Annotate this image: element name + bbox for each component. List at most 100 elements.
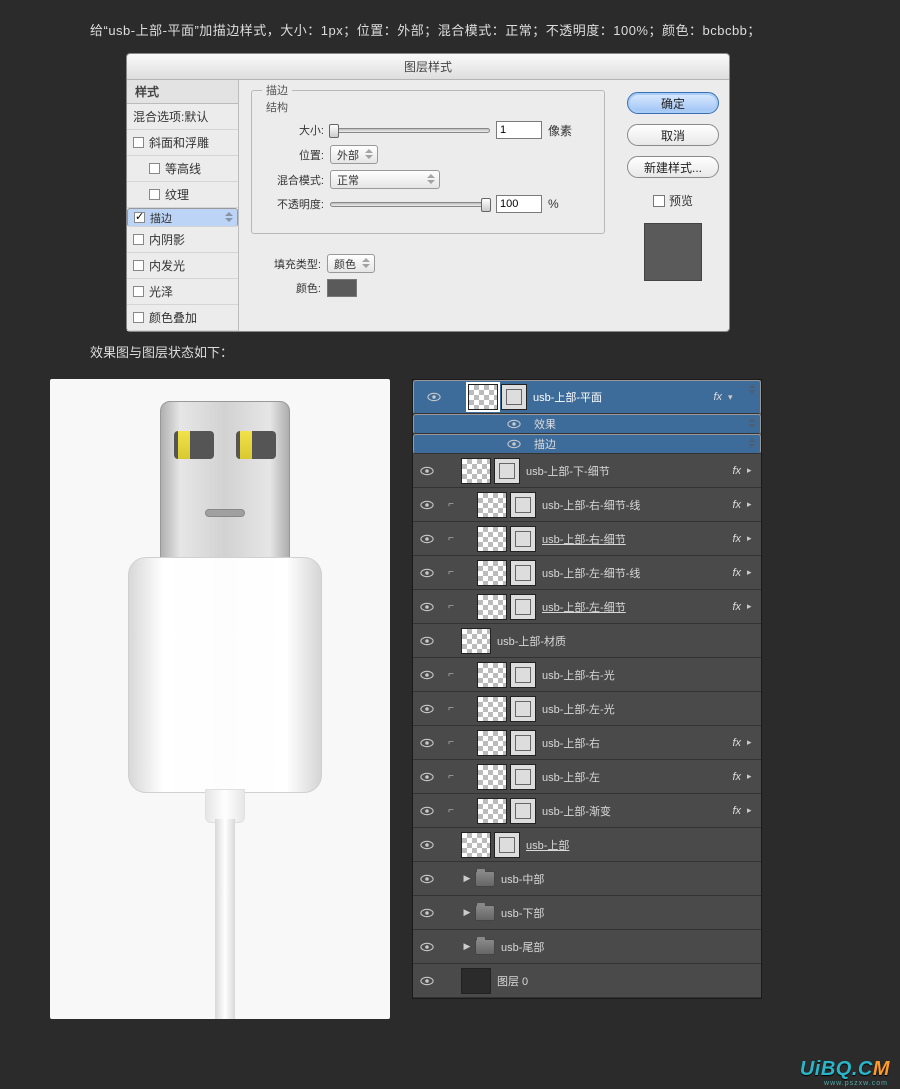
layer-row[interactable]: usb-上部-材质	[413, 624, 761, 658]
layer-thumb[interactable]	[461, 458, 491, 484]
layer-name[interactable]: usb-中部	[495, 871, 761, 887]
layer-row[interactable]: ⌐usb-上部-右fx▸	[413, 726, 761, 760]
link-icon[interactable]: ⌐	[441, 771, 461, 782]
checkbox-icon[interactable]	[133, 137, 144, 148]
size-slider[interactable]	[330, 128, 490, 133]
checkbox-icon[interactable]	[133, 260, 144, 271]
style-contour[interactable]: 等高线	[127, 156, 238, 182]
layer-thumb[interactable]	[477, 730, 507, 756]
chevron-icon[interactable]: ▸	[747, 533, 761, 544]
link-icon[interactable]: ⌐	[441, 737, 461, 748]
fx-icon[interactable]: fx	[726, 805, 747, 817]
eye-icon[interactable]	[413, 670, 441, 680]
checkbox-icon[interactable]	[149, 189, 160, 200]
layer-name[interactable]: usb-上部-左-细节-线	[536, 565, 726, 581]
layer-thumb[interactable]	[468, 384, 498, 410]
layer-thumb[interactable]	[477, 662, 507, 688]
layer-mask[interactable]	[501, 384, 527, 410]
eye-icon[interactable]	[413, 568, 441, 578]
fx-icon[interactable]: fx	[726, 771, 747, 783]
layer-thumb[interactable]	[461, 968, 491, 994]
style-color-overlay[interactable]: 颜色叠加	[127, 305, 238, 331]
fx-icon[interactable]: fx	[707, 391, 728, 403]
eye-icon[interactable]	[413, 976, 441, 986]
layer-row[interactable]: usb-上部	[413, 828, 761, 862]
layer-row[interactable]: ⌐ usb-上部-右-细节-线fx▸	[413, 488, 761, 522]
chevron-icon[interactable]: ▸	[747, 567, 761, 578]
eye-icon[interactable]	[413, 942, 441, 952]
layer-name[interactable]: usb-上部-右-细节	[536, 531, 726, 547]
chevron-icon[interactable]: ▾	[728, 392, 742, 403]
style-bevel[interactable]: 斜面和浮雕	[127, 130, 238, 156]
layer-thumb[interactable]	[477, 560, 507, 586]
layer-mask[interactable]	[510, 594, 536, 620]
layer-row[interactable]: ⌐usb-上部-左-光	[413, 692, 761, 726]
fx-icon[interactable]: fx	[726, 499, 747, 511]
eye-icon[interactable]	[413, 908, 441, 918]
layer-thumb[interactable]	[461, 832, 491, 858]
eye-icon[interactable]	[413, 602, 441, 612]
layer-name[interactable]: usb-上部-右	[536, 735, 726, 751]
layer-row[interactable]: ⌐usb-上部-左fx▸	[413, 760, 761, 794]
layer-row[interactable]: 图层 0	[413, 964, 761, 998]
layer-mask[interactable]	[510, 662, 536, 688]
layer-mask[interactable]	[510, 560, 536, 586]
fx-icon[interactable]: fx	[726, 737, 747, 749]
layer-thumb[interactable]	[477, 492, 507, 518]
layer-row[interactable]: ⌐usb-上部-右-细节fx▸	[413, 522, 761, 556]
chevron-icon[interactable]: ▸	[747, 771, 761, 782]
layer-mask[interactable]	[510, 526, 536, 552]
layer-mask[interactable]	[510, 696, 536, 722]
chevron-icon[interactable]: ▸	[747, 499, 761, 510]
layer-mask[interactable]	[510, 798, 536, 824]
layer-name[interactable]: usb-上部-材质	[491, 633, 761, 649]
layer-name[interactable]: usb-上部-左-细节	[536, 599, 726, 615]
eye-icon[interactable]	[413, 772, 441, 782]
eye-icon[interactable]	[413, 466, 441, 476]
layer-effect-row[interactable]: 描边	[413, 434, 761, 454]
chevron-icon[interactable]: ▸	[747, 465, 761, 476]
link-icon[interactable]: ⌐	[441, 805, 461, 816]
eye-icon[interactable]	[413, 874, 441, 884]
layer-row[interactable]: ⌐ usb-上部-右-光	[413, 658, 761, 692]
layer-name[interactable]: usb-上部-右-细节-线	[536, 497, 726, 513]
layer-mask[interactable]	[510, 492, 536, 518]
eye-icon[interactable]	[413, 806, 441, 816]
layer-row[interactable]: ▶usb-下部	[413, 896, 761, 930]
arrow-icon[interactable]: ▶	[461, 941, 473, 952]
eye-icon[interactable]	[500, 439, 528, 449]
layer-thumb[interactable]	[477, 764, 507, 790]
link-icon[interactable]: ⌐	[441, 669, 461, 680]
layer-thumb[interactable]	[477, 594, 507, 620]
eye-icon[interactable]	[420, 392, 448, 402]
layer-name[interactable]: usb-上部-右-光	[536, 667, 761, 683]
fx-icon[interactable]: fx	[726, 601, 747, 613]
layer-name[interactable]: usb-上部-平面	[527, 389, 707, 405]
arrow-icon[interactable]: ▶	[461, 873, 473, 884]
eye-icon[interactable]	[500, 419, 528, 429]
size-input[interactable]	[496, 121, 542, 139]
layer-row[interactable]: ▶ usb-中部	[413, 862, 761, 896]
cancel-button[interactable]: 取消	[627, 124, 719, 146]
layer-row[interactable]: usb-上部-平面fx▾	[413, 380, 761, 414]
preview-checkbox[interactable]	[653, 195, 665, 207]
chevron-icon[interactable]: ▸	[747, 601, 761, 612]
checkbox-icon[interactable]	[133, 234, 144, 245]
link-icon[interactable]: ⌐	[441, 499, 461, 510]
opacity-input[interactable]	[496, 195, 542, 213]
style-satin[interactable]: 光泽	[127, 279, 238, 305]
link-icon[interactable]: ⌐	[441, 601, 461, 612]
position-select[interactable]: 外部	[330, 145, 378, 164]
blend-select[interactable]: 正常	[330, 170, 440, 189]
arrow-icon[interactable]: ▶	[461, 907, 473, 918]
eye-icon[interactable]	[413, 738, 441, 748]
layer-thumb[interactable]	[477, 696, 507, 722]
chevron-icon[interactable]: ▸	[747, 805, 761, 816]
layer-row[interactable]: ▶usb-尾部	[413, 930, 761, 964]
link-icon[interactable]: ⌐	[441, 567, 461, 578]
layer-name[interactable]: usb-上部-下-细节	[520, 463, 726, 479]
fx-icon[interactable]: fx	[726, 533, 747, 545]
opacity-slider[interactable]	[330, 202, 490, 207]
eye-icon[interactable]	[413, 704, 441, 714]
style-stroke[interactable]: 描边	[127, 208, 238, 227]
